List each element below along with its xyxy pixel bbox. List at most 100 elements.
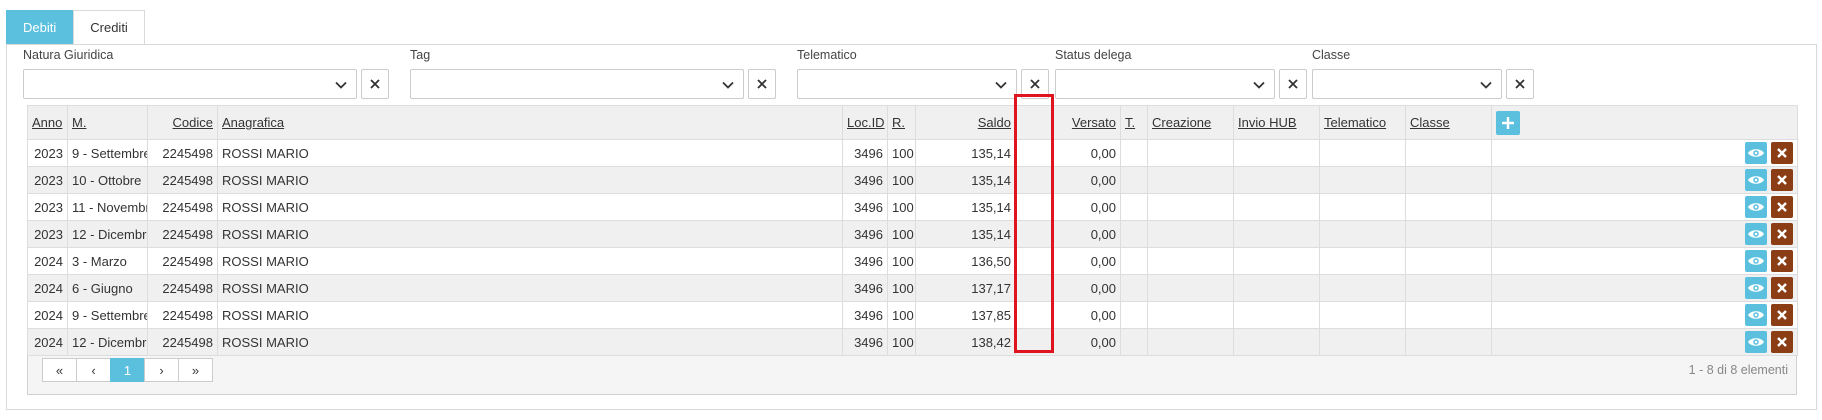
- column-header[interactable]: Loc.ID: [842, 105, 888, 140]
- table-cell: 2245498: [147, 328, 218, 356]
- view-button[interactable]: [1745, 331, 1767, 353]
- view-button[interactable]: [1745, 277, 1767, 299]
- table-row[interactable]: 2024 9 - Settembre 2245498 ROSSI MARIO 3496 1…: [27, 301, 1798, 329]
- table-row[interactable]: 2024 6 - Giugno 2245498 ROSSI MARIO 3496 100 1…: [27, 274, 1798, 302]
- table-cell: [1405, 193, 1492, 221]
- view-button[interactable]: [1745, 250, 1767, 272]
- column-header[interactable]: Anno: [27, 105, 68, 140]
- tag-clear-button[interactable]: [748, 69, 776, 99]
- table-cell: 6 - Giugno: [67, 274, 148, 302]
- tab-debiti[interactable]: Debiti: [6, 10, 74, 44]
- column-header[interactable]: Telematico: [1319, 105, 1406, 140]
- table-cell: [1233, 328, 1320, 356]
- table-cell: [1147, 193, 1234, 221]
- tag-select[interactable]: [410, 69, 744, 99]
- current-page-button[interactable]: 1: [110, 358, 145, 382]
- column-header[interactable]: M.: [67, 105, 148, 140]
- close-icon: [757, 79, 767, 89]
- chevron-down-icon: [995, 81, 1007, 89]
- table-row[interactable]: 202311 - Novembre2245498ROSSI MARIO34961…: [27, 193, 1798, 221]
- table-cell: 2245498: [147, 220, 218, 248]
- column-header[interactable]: Anagrafica: [217, 105, 843, 140]
- row-actions: [1491, 193, 1798, 221]
- classe-select[interactable]: [1312, 69, 1502, 99]
- column-header[interactable]: Saldo: [915, 105, 1016, 140]
- column-header[interactable]: T.: [1120, 105, 1148, 140]
- add-button[interactable]: [1496, 110, 1520, 135]
- delete-button[interactable]: [1771, 223, 1793, 245]
- column-header[interactable]: Codice: [147, 105, 218, 140]
- natura-giuridica-select[interactable]: [23, 69, 357, 99]
- table-row[interactable]: 2024 3 - Marzo 2245498 ROSSI MARIO 3496 100 13…: [27, 247, 1798, 275]
- delete-button[interactable]: [1771, 169, 1793, 191]
- close-icon: [1777, 310, 1787, 320]
- table-cell: 2245498: [147, 301, 218, 329]
- table-cell: 0,00: [1015, 193, 1121, 221]
- view-button[interactable]: [1745, 304, 1767, 326]
- table-cell: ROSSI MARIO: [217, 139, 843, 167]
- close-icon: [1777, 283, 1787, 293]
- row-actions: [1491, 247, 1798, 275]
- table-cell: [1147, 220, 1234, 248]
- telematico-clear-button[interactable]: [1021, 69, 1049, 99]
- table-cell: [1405, 274, 1492, 302]
- view-button[interactable]: [1745, 169, 1767, 191]
- view-button[interactable]: [1745, 142, 1767, 164]
- table-cell: ROSSI MARIO: [217, 193, 843, 221]
- telematico-select[interactable]: [797, 69, 1017, 99]
- close-icon: [1515, 79, 1525, 89]
- table-cell: 100: [887, 220, 916, 248]
- table-cell: 3496: [842, 274, 888, 302]
- delete-button[interactable]: [1771, 196, 1793, 218]
- table-cell: [1120, 166, 1148, 194]
- table-cell: [1233, 220, 1320, 248]
- first-page-button[interactable]: «: [42, 358, 77, 382]
- table-cell: [1405, 166, 1492, 194]
- table-cell: [1319, 220, 1406, 248]
- close-icon: [1288, 79, 1298, 89]
- column-header[interactable]: Classe: [1405, 105, 1492, 140]
- delete-button[interactable]: [1771, 142, 1793, 164]
- table-cell: 2023: [27, 193, 68, 221]
- table-cell: 2245498: [147, 247, 218, 275]
- delete-button[interactable]: [1771, 331, 1793, 353]
- view-button[interactable]: [1745, 223, 1767, 245]
- prev-page-button[interactable]: ‹: [76, 358, 111, 382]
- delete-button[interactable]: [1771, 250, 1793, 272]
- column-header[interactable]: Invio HUB: [1233, 105, 1320, 140]
- table-cell: [1319, 193, 1406, 221]
- table-cell: 100: [887, 328, 916, 356]
- table-cell: [1147, 247, 1234, 275]
- view-button[interactable]: [1745, 196, 1767, 218]
- filter-label: Classe: [1312, 48, 1351, 62]
- table-cell: 0,00: [1015, 220, 1121, 248]
- delete-button[interactable]: [1771, 277, 1793, 299]
- table-cell: [1319, 139, 1406, 167]
- table-cell: 136,50: [915, 247, 1016, 275]
- tab-crediti[interactable]: Crediti: [73, 10, 145, 44]
- natura-giuridica-clear-button[interactable]: [361, 69, 389, 99]
- classe-clear-button[interactable]: [1506, 69, 1534, 99]
- column-header[interactable]: Versato: [1015, 105, 1121, 140]
- filter-status-delega: Status delega: [1055, 47, 1307, 99]
- table-cell: 3496: [842, 193, 888, 221]
- table-row[interactable]: 2023 10 - Ottobre 2245498 ROSSI MARIO 3496 10…: [27, 166, 1798, 194]
- table-cell: 3496: [842, 139, 888, 167]
- table-cell: [1405, 139, 1492, 167]
- table-cell: 2023: [27, 220, 68, 248]
- table-cell: [1405, 328, 1492, 356]
- table-cell: ROSSI MARIO: [217, 220, 843, 248]
- last-page-button[interactable]: »: [178, 358, 213, 382]
- table-row[interactable]: 2024 12 - Dicembre 2245498 ROSSI MARIO 3496 1…: [27, 328, 1798, 356]
- status-delega-clear-button[interactable]: [1279, 69, 1307, 99]
- next-page-button[interactable]: ›: [144, 358, 179, 382]
- table-row[interactable]: 2023 12 - Dicembre 2245498 ROSSI MARIO 3496 1…: [27, 220, 1798, 248]
- table-cell: 0,00: [1015, 166, 1121, 194]
- column-header[interactable]: R.: [887, 105, 916, 140]
- status-delega-select[interactable]: [1055, 69, 1275, 99]
- table-row[interactable]: 2023 9 - Settembre 2245498 ROSSI MARIO 3496 1…: [27, 139, 1798, 167]
- eye-icon: [1748, 284, 1764, 292]
- column-header[interactable]: Creazione: [1147, 105, 1234, 140]
- delete-button[interactable]: [1771, 304, 1793, 326]
- eye-icon: [1748, 257, 1764, 265]
